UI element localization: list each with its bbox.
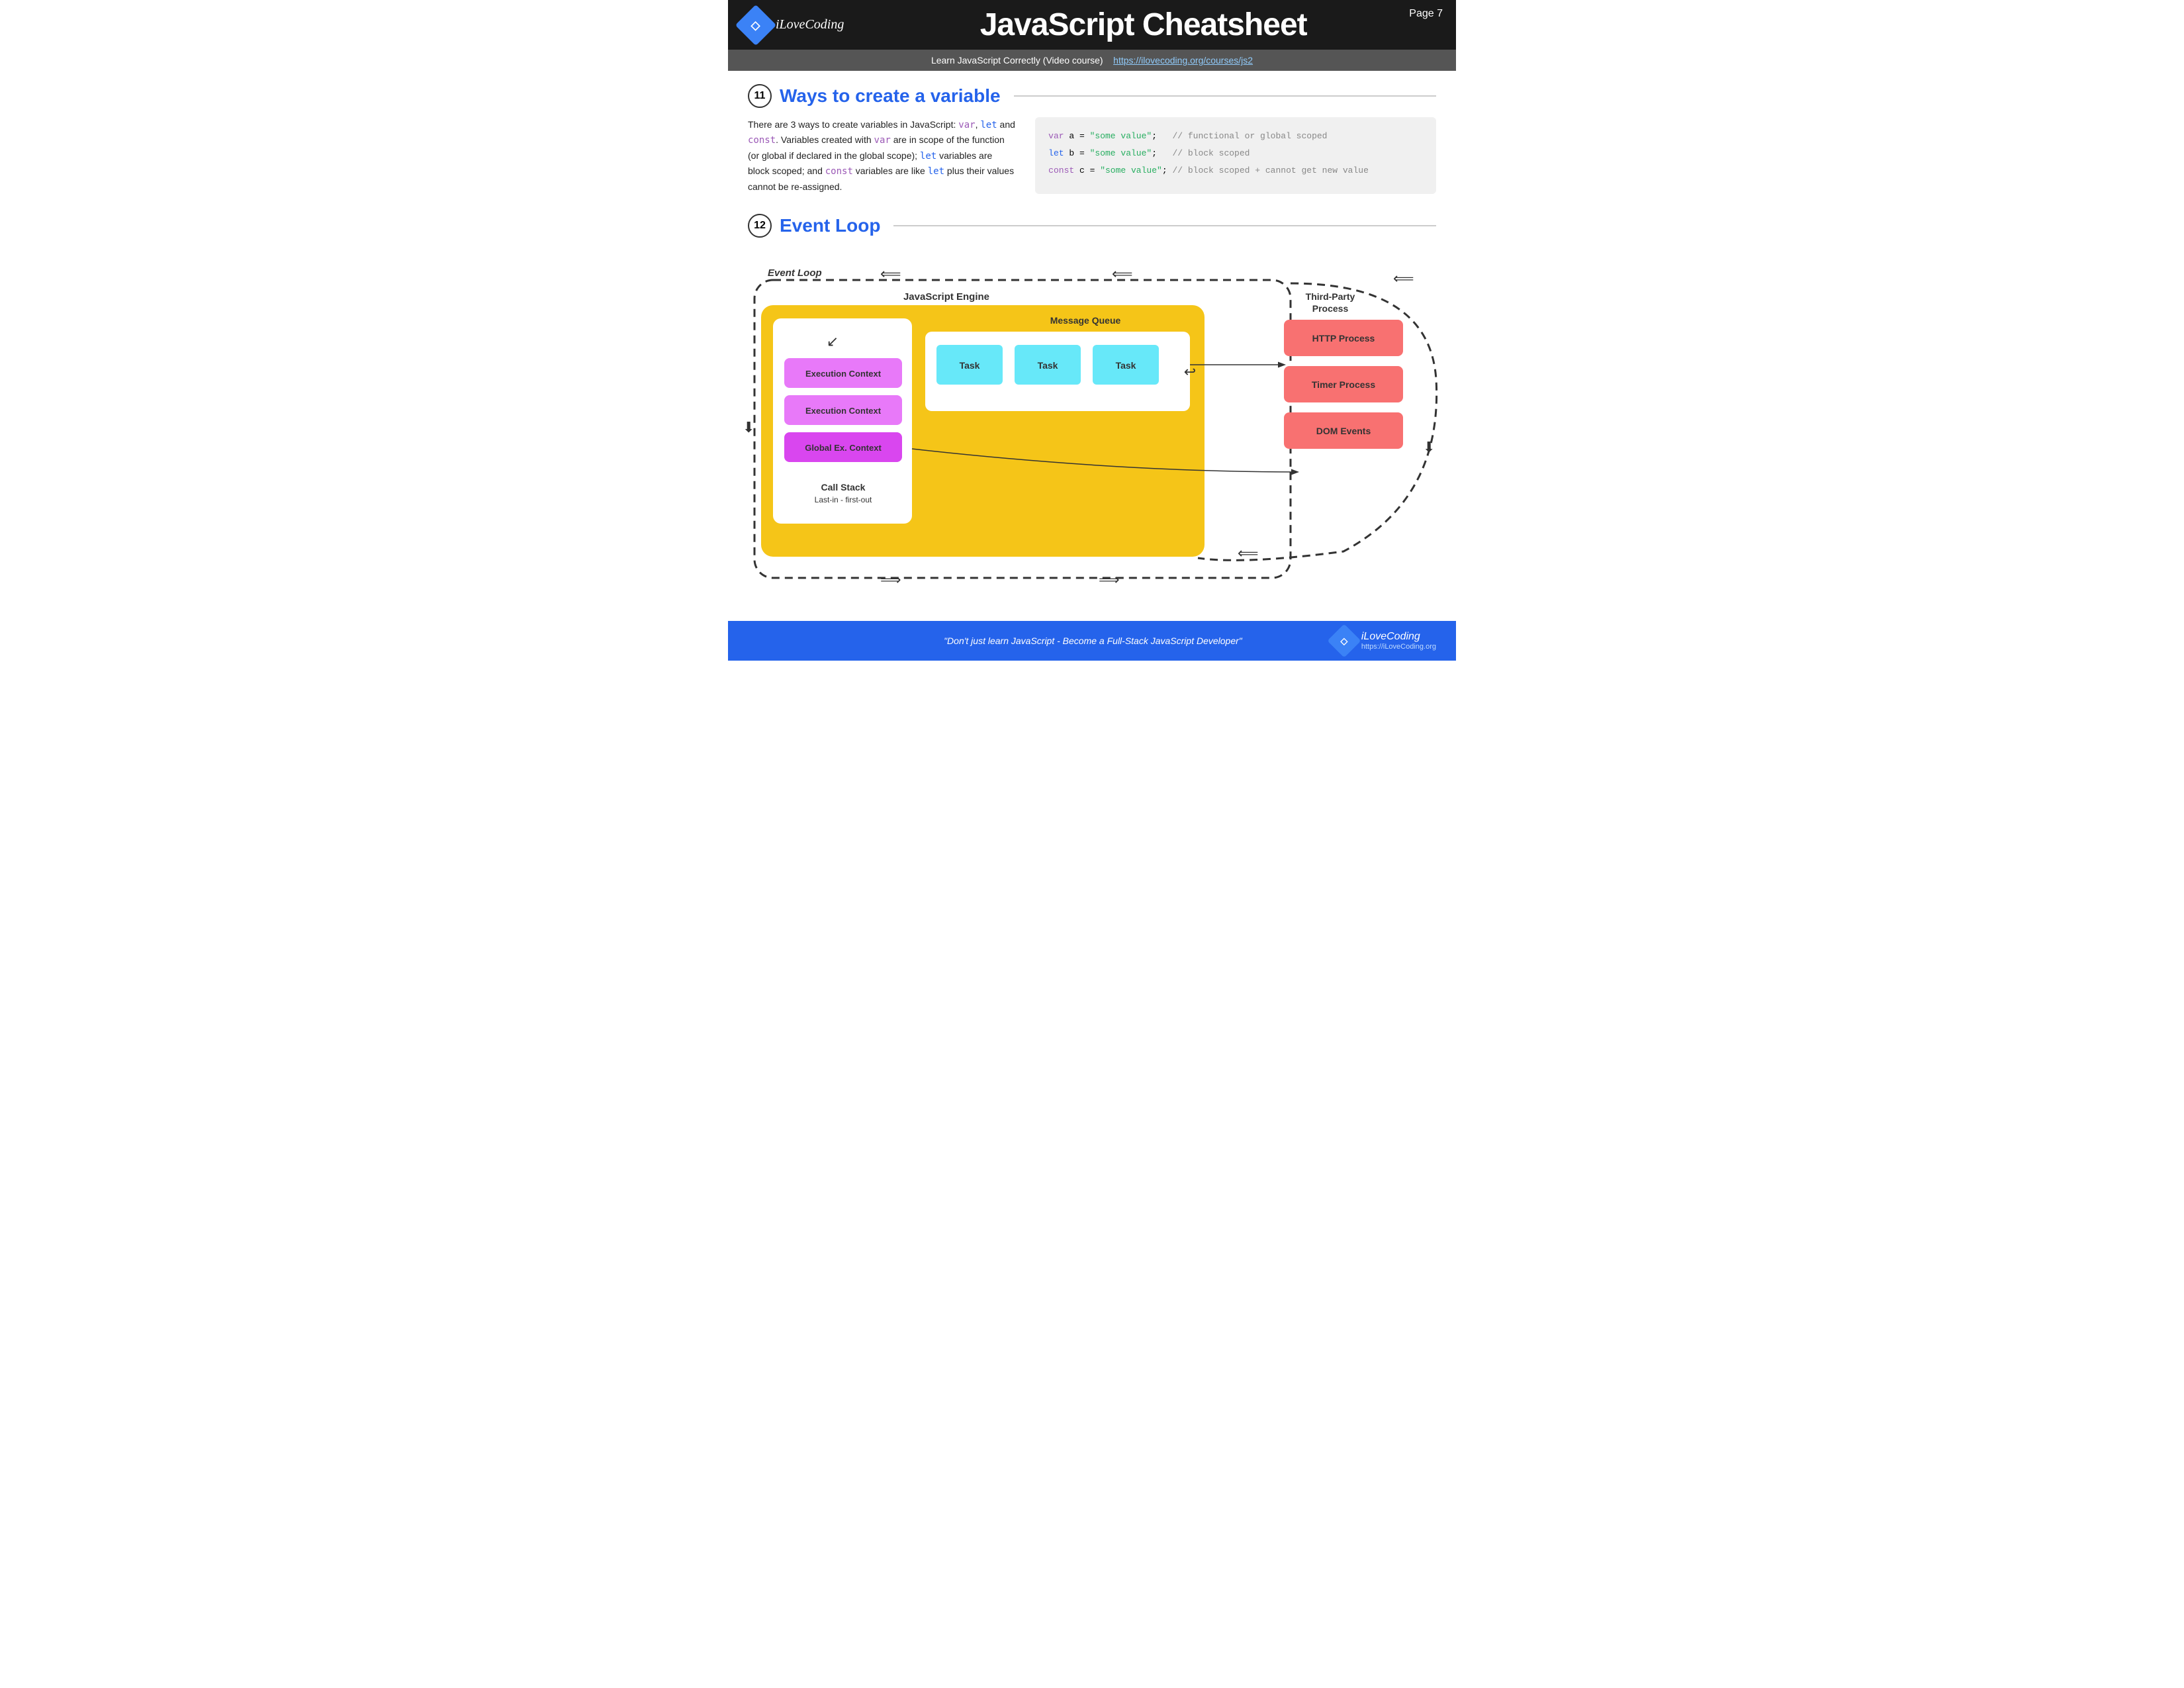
subtitle-bar: Learn JavaScript Correctly (Video course… — [728, 50, 1456, 71]
section12-header: 12 Event Loop — [748, 214, 1436, 238]
code-block: var a = "some value"; // functional or g… — [1035, 117, 1436, 194]
section11-divider — [1014, 95, 1436, 97]
task-label-3: Task — [1116, 360, 1136, 371]
third-party-sublabel: Process — [1312, 303, 1349, 314]
section11-content: There are 3 ways to create variables in … — [748, 117, 1436, 194]
footer-logo-text: iLoveCoding https://iLoveCoding.org — [1361, 631, 1436, 651]
section12-title: Event Loop — [780, 215, 880, 236]
logo-text: iLoveCoding — [776, 17, 844, 32]
page-title: JavaScript Cheatsheet — [844, 7, 1443, 43]
section11-paragraph: There are 3 ways to create variables in … — [748, 117, 1015, 194]
header: ◇ iLoveCoding JavaScript Cheatsheet Page… — [728, 0, 1456, 50]
section12-number: 12 — [748, 214, 772, 238]
exec-context-label-1: Execution Context — [805, 369, 882, 379]
arrow-left-down: ⬇ — [743, 419, 754, 436]
section11-header: 11 Ways to create a variable — [748, 84, 1436, 108]
footer-logo-diamond-icon: ◇ — [1327, 624, 1361, 657]
call-stack-label: Call Stack — [821, 482, 866, 492]
js-engine-label: JavaScript Engine — [903, 291, 989, 303]
page-number: Page 7 — [1409, 8, 1443, 20]
call-stack-sublabel: Last-in - first-out — [815, 495, 872, 504]
arrow-top-left: ⟸ — [880, 265, 901, 282]
main-content: 11 Ways to create a variable There are 3… — [728, 71, 1456, 608]
arrow-bottom-left: ⟹ — [880, 571, 901, 588]
section11-number: 11 — [748, 84, 772, 108]
http-process-label: HTTP Process — [1312, 333, 1375, 344]
arrow-bottom-third-party: ⟸ — [1238, 545, 1259, 561]
subtitle-link[interactable]: https://ilovecoding.org/courses/js2 — [1113, 55, 1253, 66]
third-party-label: Third-Party — [1306, 291, 1355, 302]
dom-events-label: DOM Events — [1316, 426, 1371, 436]
message-queue-label: Message Queue — [1050, 315, 1121, 326]
event-loop-label: Event Loop — [768, 267, 822, 279]
arrow-third-party-top: ⟸ — [1393, 270, 1414, 287]
footer-logo-area: ◇ iLoveCoding https://iLoveCoding.org — [1332, 629, 1436, 653]
arrow-bottom-right: ⟹ — [1099, 571, 1120, 588]
timer-process-label: Timer Process — [1312, 379, 1375, 390]
logo-diamond-icon: ◇ — [735, 4, 776, 45]
task-label-2: Task — [1038, 360, 1058, 371]
logo-area: ◇ iLoveCoding — [741, 11, 844, 40]
arrow-callstack-down: ↙ — [827, 333, 839, 350]
exec-context-label-2: Execution Context — [805, 406, 882, 416]
arrow-top-right: ⟸ — [1112, 265, 1133, 282]
event-loop-diagram: Event Loop ⟸ ⟸ JavaScript Engine ↙ Execu… — [748, 247, 1436, 594]
global-context-label: Global Ex. Context — [805, 443, 882, 453]
section11-title: Ways to create a variable — [780, 85, 1001, 107]
footer-quote: "Don't just learn JavaScript - Become a … — [854, 635, 1332, 646]
arrow-mq-right: ↩ — [1184, 363, 1196, 380]
arrow-third-party-right: ⬇ — [1423, 439, 1435, 455]
event-loop-svg: Event Loop ⟸ ⟸ JavaScript Engine ↙ Execu… — [748, 247, 1436, 591]
task-label-1: Task — [960, 360, 980, 371]
footer: "Don't just learn JavaScript - Become a … — [728, 621, 1456, 661]
subtitle-text: Learn JavaScript Correctly (Video course… — [931, 55, 1103, 66]
section12-divider — [893, 225, 1436, 226]
